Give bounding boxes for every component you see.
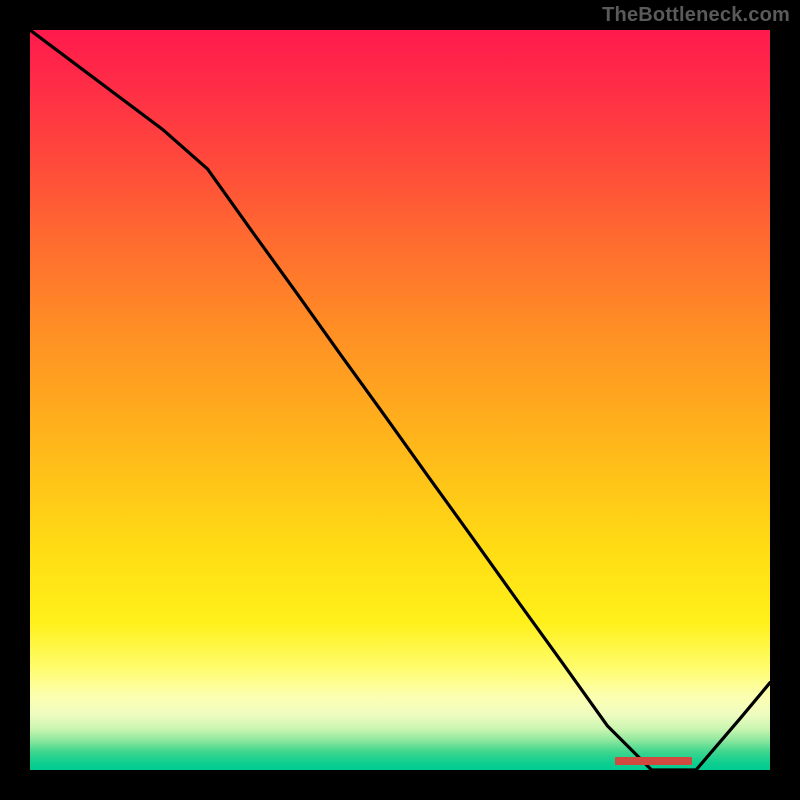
watermark-text: TheBottleneck.com	[602, 4, 790, 27]
plot-area	[30, 30, 770, 770]
gradient-background	[30, 30, 770, 770]
chart-frame: TheBottleneck.com	[0, 0, 800, 800]
optimal-range-marker	[615, 757, 693, 765]
plot-svg	[30, 30, 770, 770]
